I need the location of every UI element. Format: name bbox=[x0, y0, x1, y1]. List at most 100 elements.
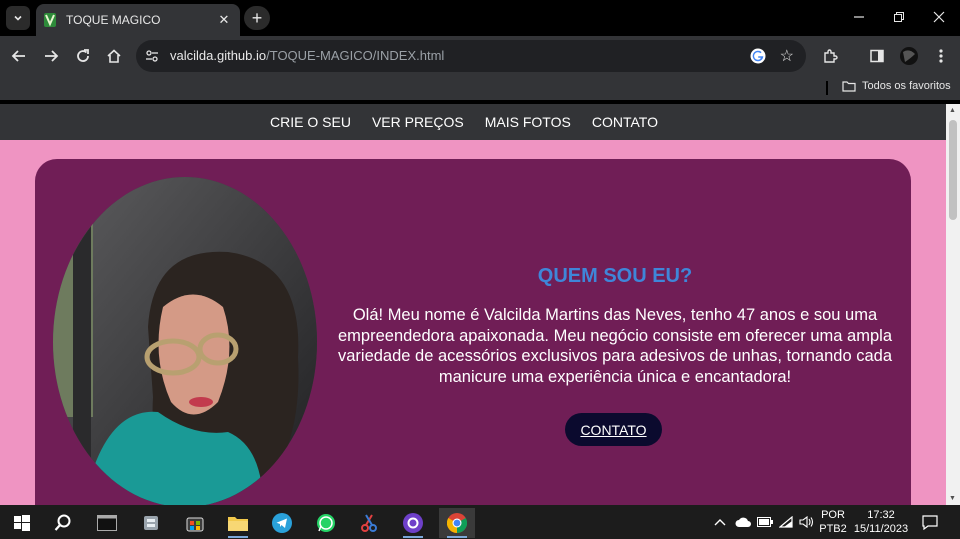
taskbar-whatsapp[interactable] bbox=[308, 508, 344, 538]
nav-link-ver-precos[interactable]: VER PREÇOS bbox=[372, 114, 464, 130]
clock-date: 15/11/2023 bbox=[853, 523, 909, 535]
start-button[interactable] bbox=[4, 508, 40, 538]
page-viewport: CRIE O SEU VER PREÇOS MAIS FOTOS CONTATO bbox=[0, 104, 946, 505]
url-path: /TOQUE-MAGICO/INDEX.html bbox=[266, 48, 445, 63]
close-window-button[interactable] bbox=[918, 0, 960, 34]
scrollbar-thumb[interactable] bbox=[949, 120, 957, 220]
search-icon bbox=[54, 514, 71, 531]
forward-button[interactable] bbox=[37, 42, 65, 70]
avatar-icon bbox=[900, 47, 918, 65]
url-text[interactable]: valcilda.github.io/TOQUE-MAGICO/INDEX.ht… bbox=[170, 48, 444, 63]
profile-photo bbox=[53, 177, 317, 505]
bookmarks-folder-label: Todos os favoritos bbox=[862, 80, 951, 92]
profile-photo-illustration bbox=[53, 177, 317, 505]
taskbar-terminal[interactable] bbox=[89, 508, 125, 538]
nav-link-mais-fotos[interactable]: MAIS FOTOS bbox=[485, 114, 571, 130]
folder-icon bbox=[842, 81, 856, 92]
terminal-icon bbox=[97, 515, 117, 531]
url-domain: valcilda.github.io bbox=[170, 48, 267, 63]
whatsapp-icon bbox=[317, 514, 335, 532]
scroll-up-icon[interactable]: ▲ bbox=[949, 107, 956, 114]
home-icon bbox=[107, 49, 121, 63]
chrome-icon bbox=[447, 513, 467, 533]
clock-time: 17:32 bbox=[867, 509, 895, 521]
browser-toolbar: valcilda.github.io/TOQUE-MAGICO/INDEX.ht… bbox=[0, 36, 960, 76]
side-panel-icon bbox=[870, 49, 884, 63]
google-lens-icon[interactable] bbox=[750, 48, 766, 64]
site-settings-icon[interactable] bbox=[144, 48, 160, 64]
taskbar-clock[interactable]: 17:32 15/11/2023 bbox=[850, 508, 912, 536]
volume-button[interactable] bbox=[799, 505, 815, 539]
bookmark-star-icon[interactable]: ☆ bbox=[780, 46, 794, 66]
running-indicator bbox=[403, 536, 423, 538]
taskbar-github[interactable] bbox=[395, 508, 431, 538]
taskbar-search-button[interactable] bbox=[45, 508, 81, 538]
profile-button[interactable] bbox=[895, 42, 923, 70]
windows-start-icon bbox=[14, 515, 30, 531]
file-cabinet-icon bbox=[144, 516, 158, 530]
home-button[interactable] bbox=[100, 42, 128, 70]
tab-strip: TOQUE MAGICO ✕ + bbox=[0, 0, 960, 36]
bookmarks-separator bbox=[826, 81, 828, 95]
taskbar-store[interactable] bbox=[177, 508, 213, 538]
tab-search-button[interactable] bbox=[6, 6, 30, 30]
new-tab-button[interactable]: + bbox=[244, 6, 270, 30]
store-icon bbox=[186, 517, 204, 532]
kebab-menu-icon bbox=[939, 49, 943, 63]
notification-icon bbox=[922, 514, 938, 530]
reload-button[interactable] bbox=[69, 42, 97, 70]
taskbar-snipping-tool[interactable] bbox=[351, 508, 387, 538]
windows-taskbar: POR PTB2 17:32 15/11/2023 bbox=[0, 505, 960, 539]
file-explorer-icon bbox=[228, 517, 248, 531]
taskbar-chrome[interactable] bbox=[439, 508, 475, 538]
running-indicator bbox=[228, 536, 248, 538]
close-icon bbox=[933, 11, 945, 23]
reload-icon bbox=[77, 49, 89, 62]
back-button[interactable] bbox=[5, 42, 33, 70]
address-bar[interactable]: valcilda.github.io/TOQUE-MAGICO/INDEX.ht… bbox=[136, 40, 806, 72]
scissors-app-icon bbox=[361, 514, 377, 532]
restore-button[interactable] bbox=[878, 0, 920, 34]
minimize-icon bbox=[854, 16, 864, 18]
running-indicator bbox=[447, 536, 467, 538]
page-scrollbar[interactable]: ▲ ▼ bbox=[946, 104, 960, 505]
network-button[interactable] bbox=[779, 505, 793, 539]
taskbar-file-cabinet[interactable] bbox=[133, 508, 169, 538]
chevron-down-icon bbox=[14, 15, 22, 21]
puzzle-icon bbox=[824, 49, 838, 63]
battery-icon bbox=[757, 517, 773, 527]
scroll-down-icon[interactable]: ▼ bbox=[949, 495, 956, 502]
bookmarks-bar: Todos os favoritos bbox=[0, 76, 960, 100]
about-title: QUEM SOU EU? bbox=[537, 265, 693, 287]
taskbar-file-explorer[interactable] bbox=[220, 508, 256, 538]
input-language-button[interactable]: POR PTB2 bbox=[818, 508, 848, 536]
extensions-button[interactable] bbox=[816, 42, 844, 70]
about-card: QUEM SOU EU? Olá! Meu nome é Valcilda Ma… bbox=[35, 159, 911, 505]
about-text: Olá! Meu nome é Valcilda Martins das Nev… bbox=[337, 306, 892, 386]
browser-tab[interactable]: TOQUE MAGICO ✕ bbox=[36, 4, 240, 36]
keyboard-layout: PTB2 bbox=[819, 523, 847, 535]
chevron-up-icon bbox=[714, 519, 726, 526]
green-book-icon bbox=[44, 13, 56, 27]
arrow-right-icon bbox=[45, 50, 59, 62]
notifications-button[interactable] bbox=[922, 505, 938, 539]
wifi-icon bbox=[779, 516, 793, 528]
side-panel-button[interactable] bbox=[863, 42, 891, 70]
site-nav: CRIE O SEU VER PREÇOS MAIS FOTOS CONTATO bbox=[0, 104, 946, 140]
speaker-icon bbox=[799, 516, 814, 528]
telegram-icon bbox=[272, 513, 292, 533]
tab-title: TOQUE MAGICO bbox=[66, 13, 161, 27]
tray-overflow-button[interactable] bbox=[714, 505, 726, 539]
battery-button[interactable] bbox=[757, 505, 773, 539]
language-code: POR bbox=[821, 509, 845, 521]
contact-button[interactable]: CONTATO bbox=[565, 413, 662, 446]
menu-button[interactable] bbox=[927, 42, 955, 70]
close-tab-icon[interactable]: ✕ bbox=[214, 12, 234, 28]
onedrive-button[interactable] bbox=[735, 505, 751, 539]
minimize-button[interactable] bbox=[838, 0, 880, 34]
nav-link-crie-o-seu[interactable]: CRIE O SEU bbox=[270, 114, 351, 130]
taskbar-telegram[interactable] bbox=[264, 508, 300, 538]
nav-link-contato[interactable]: CONTATO bbox=[592, 114, 658, 130]
arrow-left-icon bbox=[11, 50, 25, 62]
all-bookmarks-button[interactable]: Todos os favoritos bbox=[842, 80, 951, 92]
